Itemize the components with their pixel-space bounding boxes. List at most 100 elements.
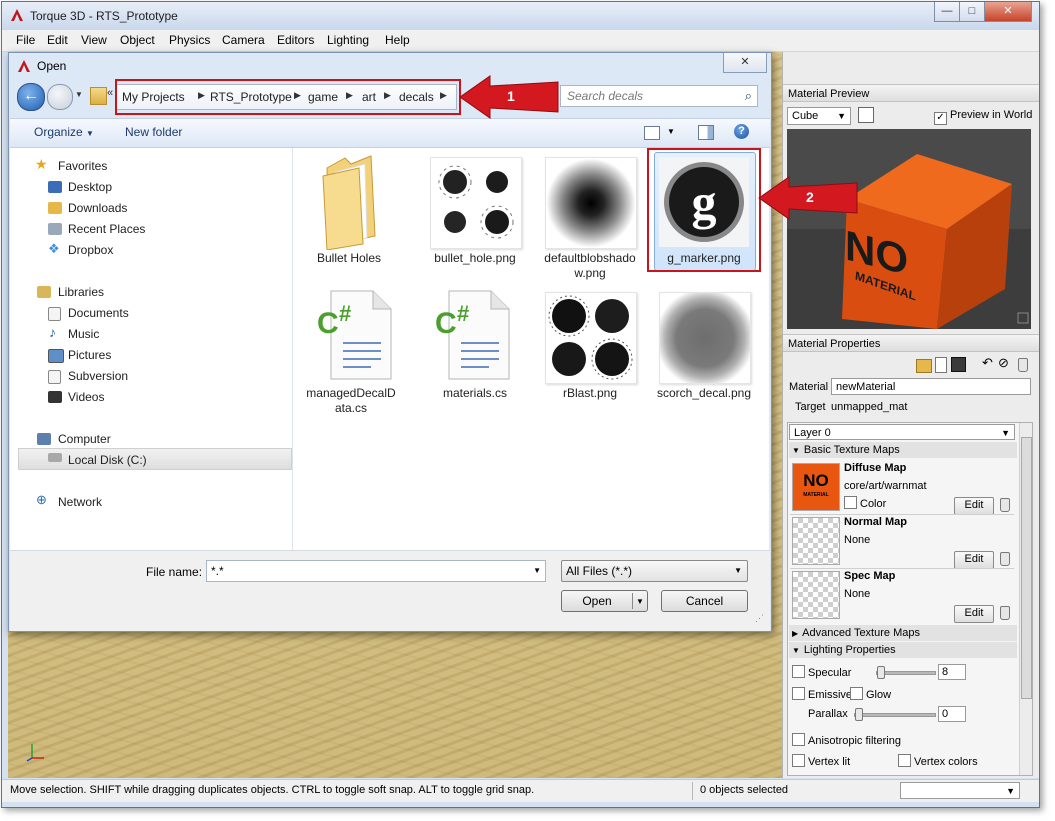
forward-button[interactable] — [47, 84, 73, 110]
resize-grip-icon[interactable]: ⋰ — [755, 613, 764, 624]
nav-downloads[interactable]: Downloads — [68, 201, 127, 215]
nav-network[interactable]: Network — [58, 495, 102, 509]
emissive-checkbox[interactable]: Emissive — [792, 687, 852, 701]
normal-delete-icon[interactable] — [1000, 552, 1010, 566]
file-item-scorch-decal-png[interactable]: scorch_decal.png — [648, 283, 760, 413]
layer-select[interactable]: Layer 0 ▼ — [789, 424, 1015, 440]
status-dropdown[interactable]: ▼ — [900, 782, 1020, 799]
specular-checkbox[interactable]: Specular — [792, 665, 851, 679]
new-document-icon[interactable] — [935, 357, 947, 373]
delete-icon[interactable] — [1018, 358, 1028, 372]
file-type-select[interactable]: All Files (*.*) ▼ — [561, 560, 748, 582]
nav-videos[interactable]: Videos — [68, 390, 104, 404]
chevron-down-icon[interactable]: ▼ — [533, 566, 541, 575]
nav-local-disk[interactable]: Local Disk (C:) — [68, 453, 147, 467]
color-checkbox[interactable]: Color — [844, 496, 886, 510]
history-dropdown-icon[interactable]: ▼ — [75, 90, 83, 99]
new-folder-button[interactable]: New folder — [125, 125, 182, 139]
specular-value-input[interactable]: 8 — [938, 664, 966, 680]
diffuse-delete-icon[interactable] — [1000, 498, 1010, 512]
parallax-slider[interactable] — [854, 713, 936, 717]
change-view-icon[interactable] — [644, 126, 660, 140]
normal-map-thumbnail[interactable] — [792, 517, 840, 565]
menu-help[interactable]: Help — [385, 33, 410, 47]
scrollbar[interactable] — [1019, 423, 1032, 775]
nav-documents[interactable]: Documents — [68, 306, 129, 320]
clear-icon[interactable]: ⊘ — [998, 355, 1009, 371]
file-name: defaultblobshadow.png — [544, 251, 636, 280]
checkbox-checked-icon: ✓ — [934, 112, 947, 125]
glow-checkbox[interactable]: Glow — [850, 687, 891, 701]
open-options-chevron-icon[interactable]: ▼ — [636, 591, 644, 612]
search-input[interactable]: Search decals ⌕ — [560, 85, 758, 107]
nav-computer[interactable]: Computer — [58, 432, 111, 446]
revert-icon[interactable]: ↶ — [982, 355, 993, 371]
parallax-slider-knob[interactable] — [855, 708, 863, 721]
minimize-button[interactable]: — — [934, 2, 960, 22]
status-bar: Move selection. SHIFT while dragging dup… — [2, 779, 1039, 802]
file-item-materials-cs[interactable]: C # materials.cs — [419, 283, 531, 413]
menu-edit[interactable]: Edit — [47, 33, 68, 47]
material-name-input[interactable]: newMaterial — [831, 378, 1031, 395]
material-preview-header: Material Preview — [783, 84, 1039, 102]
view-options-chevron-icon[interactable]: ▼ — [667, 127, 675, 136]
diffuse-edit-button[interactable]: Edit — [954, 497, 994, 515]
spec-delete-icon[interactable] — [1000, 606, 1010, 620]
close-window-button[interactable]: ✕ — [984, 2, 1032, 22]
cancel-button[interactable]: Cancel — [661, 590, 748, 612]
file-item-rblast-png[interactable]: rBlast.png — [534, 283, 646, 413]
nav-libraries[interactable]: Libraries — [58, 285, 104, 299]
background-color-icon[interactable] — [858, 107, 874, 123]
specular-slider[interactable] — [876, 671, 936, 675]
open-button[interactable]: Open ▼ — [561, 590, 648, 612]
save-icon[interactable] — [951, 357, 966, 372]
expanded-triangle-icon: ▼ — [792, 446, 800, 455]
spec-map-thumbnail[interactable] — [792, 571, 840, 619]
organize-button[interactable]: Organize ▼ — [34, 125, 94, 139]
open-folder-icon[interactable] — [916, 359, 932, 373]
axis-gizmo-icon — [26, 742, 46, 762]
file-item-bullet-holes[interactable]: Bullet Holes — [293, 148, 405, 278]
advanced-texture-maps-header[interactable]: ▶ Advanced Texture Maps — [789, 625, 1017, 641]
overflow-chevron-icon[interactable]: « — [107, 87, 113, 99]
spec-edit-button[interactable]: Edit — [954, 605, 994, 623]
vertex-colors-checkbox[interactable]: Vertex colors — [898, 754, 978, 768]
nav-recent-places[interactable]: Recent Places — [68, 222, 145, 236]
preview-in-world-checkbox[interactable]: ✓ Preview in World — [934, 109, 1032, 125]
back-button[interactable]: ← — [17, 83, 45, 111]
specular-slider-knob[interactable] — [877, 666, 885, 679]
menu-camera[interactable]: Camera — [222, 33, 265, 47]
diffuse-map-thumbnail[interactable]: NO MATERIAL — [792, 463, 840, 511]
nav-pictures[interactable]: Pictures — [68, 348, 111, 362]
nav-dropbox[interactable]: Dropbox — [68, 243, 113, 257]
nav-desktop[interactable]: Desktop — [68, 180, 112, 194]
blob-shadow-thumbnail — [545, 157, 637, 249]
material-preview-viewport[interactable]: NO MATERIAL — [787, 129, 1031, 329]
vertex-lit-checkbox[interactable]: Vertex lit — [792, 754, 850, 768]
menu-view[interactable]: View — [81, 33, 107, 47]
dialog-close-button[interactable]: ✕ — [723, 53, 767, 73]
menu-file[interactable]: File — [16, 33, 35, 47]
maximize-button[interactable]: □ — [959, 2, 985, 22]
file-name-input[interactable]: *.* ▼ — [206, 560, 546, 582]
file-item-bullet-hole-png[interactable]: bullet_hole.png — [419, 148, 531, 278]
parallax-value-input[interactable]: 0 — [938, 706, 966, 722]
anisotropic-checkbox[interactable]: Anisotropic filtering — [792, 733, 901, 747]
menu-lighting[interactable]: Lighting — [327, 33, 369, 47]
preview-pane-icon[interactable] — [698, 125, 714, 140]
help-icon[interactable]: ? — [734, 124, 749, 139]
nav-subversion[interactable]: Subversion — [68, 369, 128, 383]
nav-favorites[interactable]: Favorites — [58, 159, 107, 173]
file-item-defaultblobshadow-png[interactable]: defaultblobshadow.png — [534, 148, 646, 280]
lighting-properties-header[interactable]: ▼ Lighting Properties — [789, 642, 1017, 658]
scrollbar-thumb[interactable] — [1021, 437, 1032, 699]
documents-icon — [48, 307, 61, 321]
menu-physics[interactable]: Physics — [169, 33, 210, 47]
file-item-manageddecaldata-cs[interactable]: C # managedDecalData.cs — [293, 283, 405, 415]
menu-editors[interactable]: Editors — [277, 33, 314, 47]
preview-shape-select[interactable]: Cube ▼ — [787, 107, 851, 125]
nav-music[interactable]: Music — [68, 327, 99, 341]
basic-texture-maps-header[interactable]: ▼ Basic Texture Maps — [789, 442, 1017, 458]
normal-edit-button[interactable]: Edit — [954, 551, 994, 569]
menu-object[interactable]: Object — [120, 33, 155, 47]
